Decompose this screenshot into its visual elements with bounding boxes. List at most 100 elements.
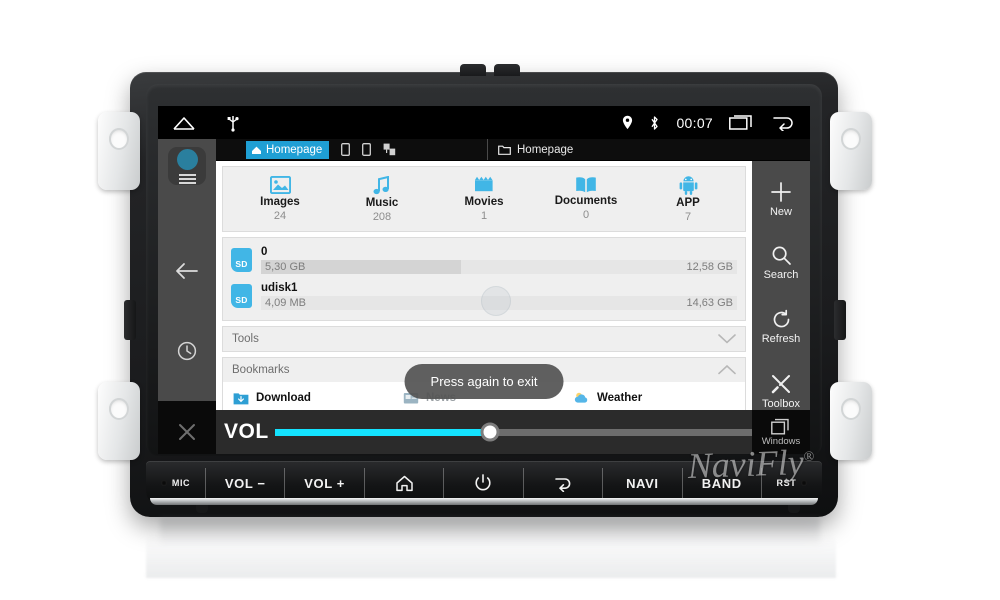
category-label: Images <box>260 196 300 208</box>
volume-close-button[interactable] <box>158 410 216 454</box>
reset-button[interactable]: RST <box>762 468 822 498</box>
sd-card-icon: SD <box>231 284 252 308</box>
action-toolbox-label: Toolbox <box>762 397 800 410</box>
android-icon <box>679 176 698 195</box>
action-refresh-label: Refresh <box>761 333 801 345</box>
tab-label: Homepage <box>266 143 323 156</box>
volume-slider-fill <box>274 428 491 436</box>
storage-card: SD 0 5,30 GB 12,58 GB SD udisk1 4,09 MB … <box>222 237 746 321</box>
logo-bulb-icon <box>176 148 198 170</box>
usb-icon[interactable] <box>226 114 240 132</box>
status-bar-clock: 00:07 <box>676 114 713 131</box>
android-status-bar: 00:07 <box>158 106 810 139</box>
sidebar-item-back[interactable] <box>158 249 216 293</box>
bookmark-download[interactable]: Download <box>229 388 399 408</box>
action-search-label: Search <box>763 269 799 281</box>
logo-base-icon <box>178 172 196 184</box>
sidebar-item-history[interactable] <box>158 329 216 373</box>
history-clock-icon <box>176 340 198 362</box>
clapperboard-icon <box>474 176 495 194</box>
button-volume-down[interactable]: VOL − <box>206 468 286 498</box>
button-back[interactable] <box>524 468 604 498</box>
tablet-icon[interactable] <box>362 143 372 156</box>
sd-card-icon: SD <box>231 248 252 272</box>
chevron-up-icon <box>718 364 736 375</box>
recents-icon[interactable] <box>729 114 755 131</box>
bookmark-weather[interactable]: Weather <box>569 388 739 408</box>
surface-reflection-blur <box>160 518 820 558</box>
category-count: 0 <box>582 209 590 221</box>
app-logo[interactable] <box>168 147 206 185</box>
action-refresh[interactable]: Refresh <box>752 295 810 359</box>
storage-row[interactable]: SD 0 5,30 GB 12,58 GB <box>231 242 737 278</box>
category-images[interactable]: Images 24 <box>229 175 331 223</box>
volume-slider[interactable] <box>274 422 754 442</box>
storage-progress-bar: 5,30 GB 12,58 GB <box>261 260 737 274</box>
section-tools[interactable]: Tools <box>222 326 746 352</box>
button-navi[interactable]: NAVI <box>603 468 683 498</box>
chassis-clip-right <box>494 64 520 76</box>
volume-slider-knob[interactable] <box>480 422 500 442</box>
screenshot-root: 00:07 Homepage Homepage New Search Refre… <box>0 0 1000 600</box>
lcd-screen: 00:07 Homepage Homepage New Search Refre… <box>158 106 810 454</box>
bookmark-label: Download <box>256 392 311 404</box>
mount-bracket-bottom-left <box>98 382 140 460</box>
bluetooth-icon <box>649 115 660 131</box>
storage-total: 14,63 GB <box>686 297 733 309</box>
chrome-trim <box>150 498 818 505</box>
storage-total: 12,58 GB <box>686 261 733 273</box>
browser-tab-strip: Homepage Homepage <box>158 139 810 161</box>
chassis-foot-left <box>196 505 208 513</box>
section-label: Tools <box>232 333 259 345</box>
category-label: Movies <box>464 196 504 208</box>
action-new-label: New <box>769 205 792 218</box>
side-knob-left <box>124 300 136 340</box>
home-icon <box>395 475 414 492</box>
button-band[interactable]: BAND <box>683 468 762 498</box>
category-documents[interactable]: Documents 0 <box>535 176 637 223</box>
button-home[interactable] <box>365 468 445 498</box>
windows-stack-icon <box>771 418 791 435</box>
back-icon <box>553 475 573 492</box>
action-search[interactable]: Search <box>752 231 810 295</box>
button-power[interactable] <box>444 468 524 498</box>
side-knob-right <box>834 300 846 340</box>
network-icon[interactable] <box>383 143 396 156</box>
back-icon[interactable] <box>771 114 796 133</box>
home-icon[interactable] <box>172 115 196 131</box>
category-music[interactable]: Music 208 <box>331 175 433 223</box>
windows-button[interactable]: Windows <box>752 410 810 454</box>
tab-homepage[interactable]: Homepage <box>246 140 330 159</box>
path-bar: Homepage <box>488 139 810 160</box>
back-arrow-icon <box>174 262 200 280</box>
toast-message: Press again to exit <box>404 364 564 399</box>
category-label: Documents <box>554 195 618 207</box>
category-count: 1 <box>480 210 488 222</box>
action-new[interactable]: New <box>752 167 810 231</box>
chassis-clip-left <box>460 64 486 76</box>
category-count: 208 <box>372 211 392 223</box>
power-icon <box>474 474 492 492</box>
close-x-icon <box>177 422 197 442</box>
windows-label: Windows <box>761 435 801 447</box>
book-icon <box>575 176 597 193</box>
mount-bracket-bottom-right <box>830 382 872 460</box>
touch-ripple <box>481 286 511 316</box>
mic-hole-icon <box>160 480 167 486</box>
mount-bracket-top-right <box>830 112 872 190</box>
path-label: Homepage <box>517 143 574 156</box>
location-pin-icon <box>622 115 633 130</box>
category-count: 24 <box>273 210 287 222</box>
phone-icon[interactable] <box>341 143 351 156</box>
weather-cloud-icon <box>573 391 590 405</box>
section-label: Bookmarks <box>232 364 290 376</box>
category-count: 7 <box>684 211 692 223</box>
music-note-icon <box>373 175 391 195</box>
category-movies[interactable]: Movies 1 <box>433 176 535 223</box>
home-icon <box>251 145 262 155</box>
storage-name: 0 <box>261 246 268 258</box>
button-volume-up[interactable]: VOL + <box>285 468 365 498</box>
reset-label: RST <box>776 478 797 488</box>
category-app[interactable]: APP 7 <box>637 176 739 223</box>
refresh-icon <box>771 309 792 330</box>
